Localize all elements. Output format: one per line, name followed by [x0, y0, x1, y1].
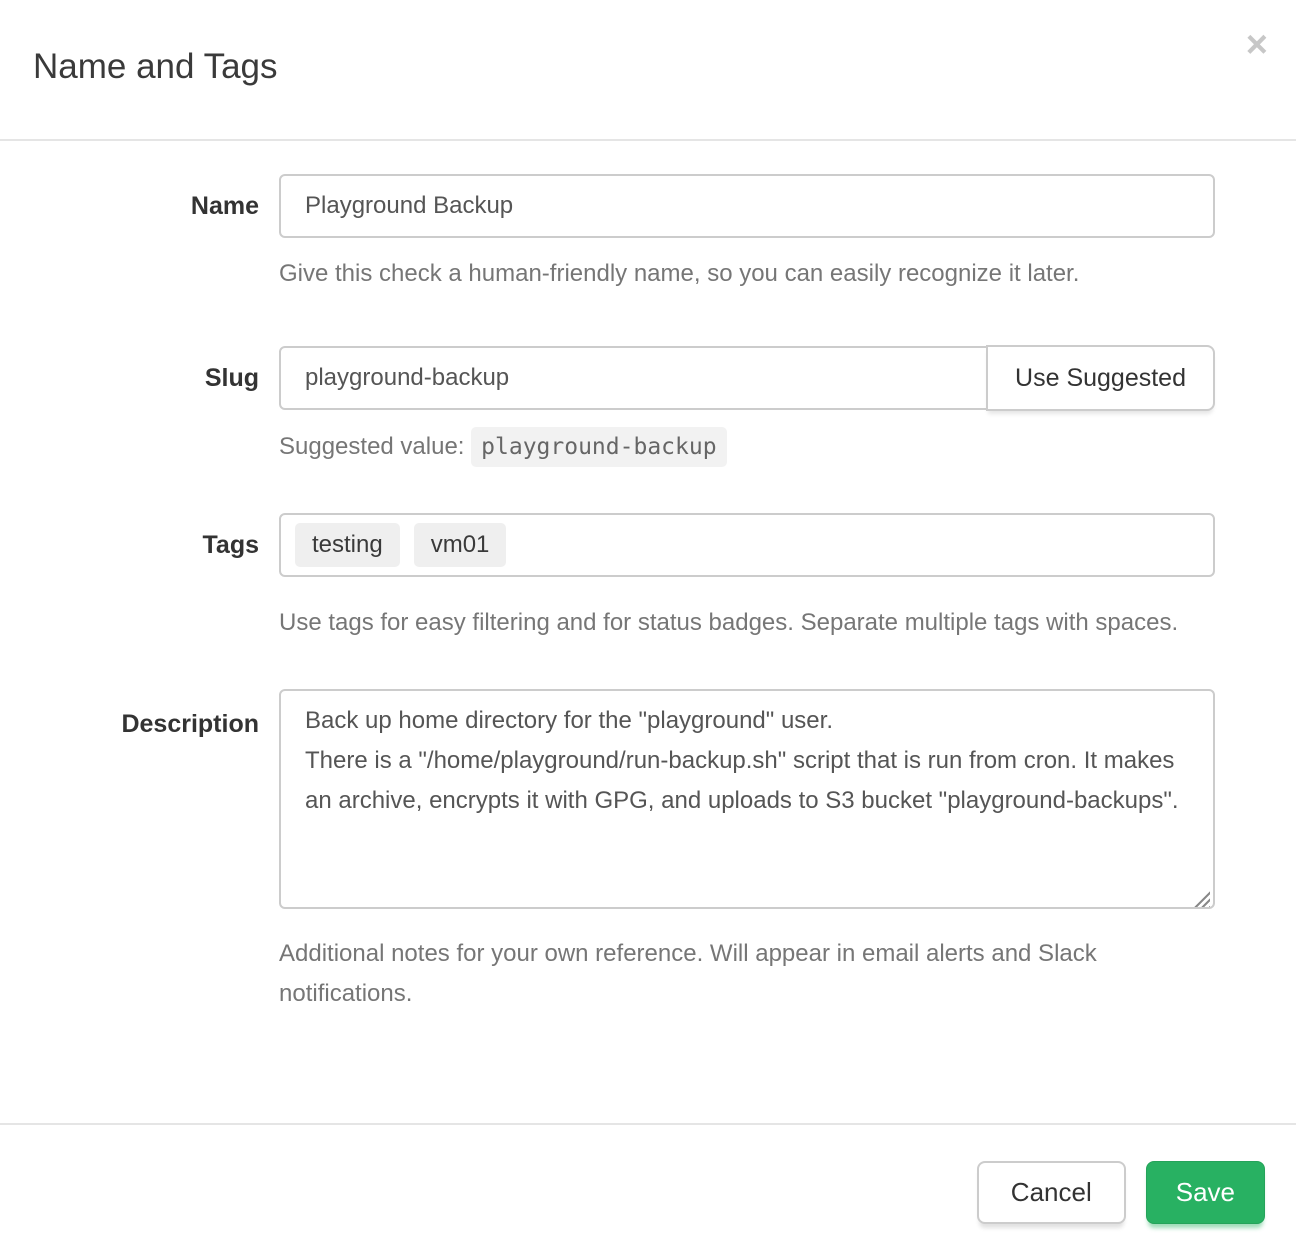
tags-help-text: Use tags for easy filtering and for stat… [279, 603, 1215, 643]
description-label: Description [33, 689, 279, 739]
dialog-header: Name and Tags × [0, 0, 1296, 141]
description-textarea[interactable]: Back up home directory for the "playgrou… [279, 689, 1215, 909]
name-row: Name Give this check a human-friendly na… [33, 174, 1215, 294]
slug-input[interactable] [279, 346, 988, 410]
name-and-tags-dialog: Name and Tags × Name Give this check a h… [0, 0, 1296, 1254]
close-icon[interactable]: × [1246, 26, 1268, 64]
name-help-text: Give this check a human-friendly name, s… [279, 254, 1215, 294]
slug-row: Slug Use Suggested Suggested value: play… [33, 346, 1215, 467]
use-suggested-button[interactable]: Use Suggested [986, 345, 1215, 411]
slug-suggested-line: Suggested value: playground-backup [279, 427, 1215, 467]
dialog-body: Name Give this check a human-friendly na… [0, 141, 1296, 1123]
dialog-footer: Cancel Save [0, 1123, 1296, 1254]
dialog-title: Name and Tags [33, 46, 1266, 88]
tag-chip[interactable]: testing [295, 523, 400, 567]
tag-chip[interactable]: vm01 [414, 523, 507, 567]
save-button[interactable]: Save [1146, 1161, 1265, 1224]
slug-label: Slug [33, 346, 279, 393]
tags-input[interactable]: testing vm01 [279, 513, 1215, 577]
description-row: Description Back up home directory for t… [33, 689, 1215, 1014]
description-help-text: Additional notes for your own reference.… [279, 934, 1215, 1014]
suggested-value-prefix: Suggested value: [279, 433, 464, 460]
tags-row: Tags testing vm01 Use tags for easy filt… [33, 513, 1215, 643]
name-label: Name [33, 174, 279, 221]
tags-label: Tags [33, 513, 279, 560]
cancel-button[interactable]: Cancel [977, 1161, 1126, 1224]
name-input[interactable] [279, 174, 1215, 238]
suggested-value-code: playground-backup [471, 427, 726, 467]
